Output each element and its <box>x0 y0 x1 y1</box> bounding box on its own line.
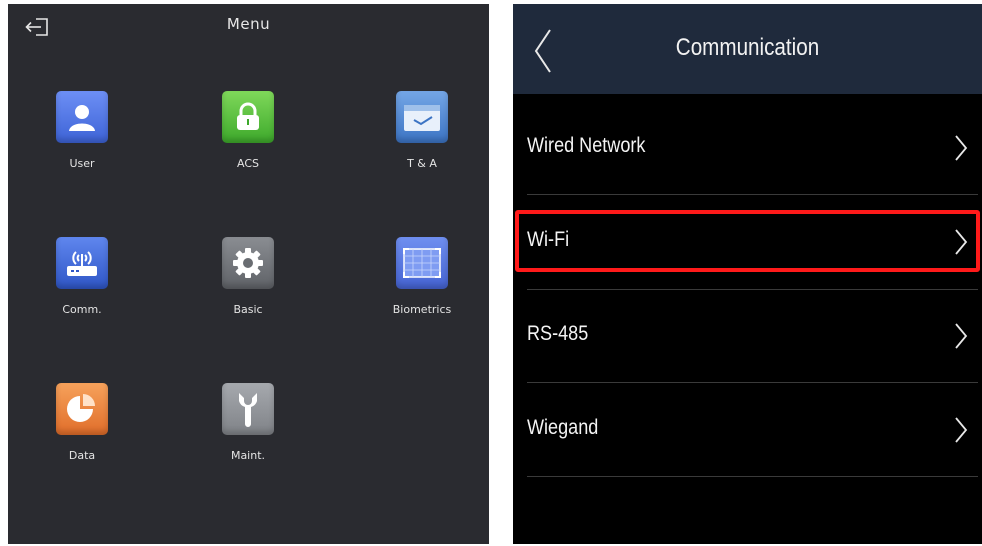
menu-tile-label: Maint. <box>230 449 266 462</box>
list-item-rs485[interactable]: RS-485 <box>513 300 982 370</box>
communication-screen: Communication Wired Network Wi-Fi RS-485… <box>513 4 982 544</box>
divider <box>527 382 978 383</box>
menu-tile-user[interactable]: User <box>22 91 142 191</box>
menu-screen: Menu User ACS T & A Comm. Basic Biometri… <box>8 4 489 544</box>
chevron-right-icon <box>955 323 968 349</box>
divider <box>527 289 978 290</box>
highlight-box <box>515 210 980 272</box>
wrench-icon <box>222 383 274 435</box>
menu-tile-label: T & A <box>407 157 437 170</box>
gear-icon <box>222 237 274 289</box>
page-title: Communication <box>675 34 820 61</box>
menu-tile-label: User <box>69 157 95 170</box>
list-item-label: RS-485 <box>527 322 589 345</box>
menu-tile-data[interactable]: Data <box>22 383 142 483</box>
pie-chart-icon <box>56 383 108 435</box>
menu-tile-label: Basic <box>233 303 263 316</box>
menu-tile-comm[interactable]: Comm. <box>22 237 142 337</box>
list-item-wired-network[interactable]: Wired Network <box>513 112 982 182</box>
menu-tile-acs[interactable]: ACS <box>188 91 308 191</box>
menu-tile-time-attendance[interactable]: T & A <box>362 91 482 191</box>
list-item-label: Wired Network <box>527 134 646 157</box>
user-icon <box>56 91 108 143</box>
divider <box>527 194 978 195</box>
menu-tile-label: Biometrics <box>392 303 452 316</box>
menu-tile-label: Comm. <box>62 303 102 316</box>
menu-tile-maint[interactable]: Maint. <box>188 383 308 483</box>
page-title: Menu <box>226 15 271 33</box>
list-item-label: Wiegand <box>527 416 599 439</box>
menu-tile-label: Data <box>68 449 96 462</box>
time-attendance-icon <box>396 91 448 143</box>
router-icon <box>56 237 108 289</box>
menu-tile-label: ACS <box>237 157 259 170</box>
menu-tile-basic[interactable]: Basic <box>188 237 308 337</box>
header-bar: Communication <box>513 4 982 94</box>
menu-tile-biometrics[interactable]: Biometrics <box>362 237 482 337</box>
lock-icon <box>222 91 274 143</box>
biometrics-grid-icon <box>396 237 448 289</box>
divider <box>527 476 978 477</box>
chevron-right-icon <box>955 135 968 161</box>
chevron-right-icon <box>955 417 968 443</box>
list-item-wiegand[interactable]: Wiegand <box>513 394 982 464</box>
